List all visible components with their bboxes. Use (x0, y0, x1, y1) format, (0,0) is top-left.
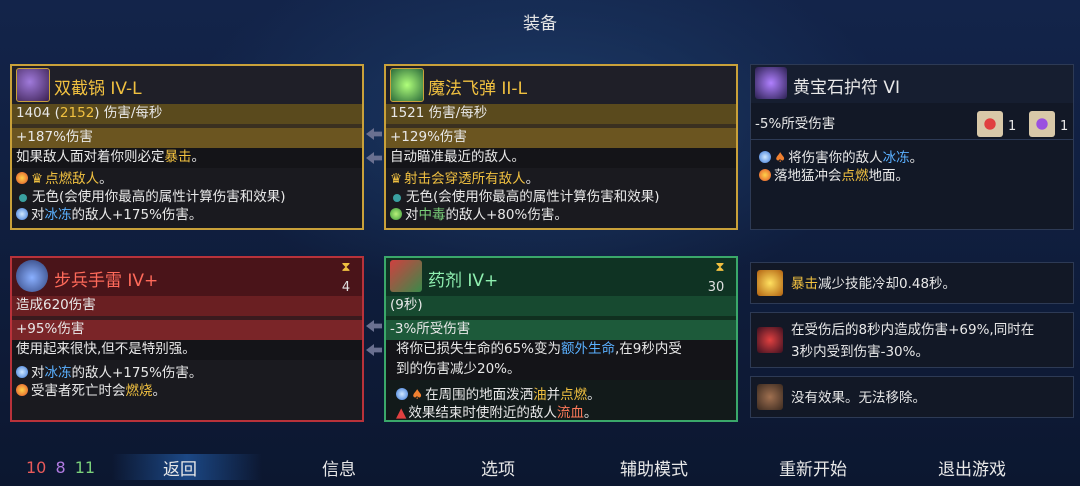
cooldown-value: 30 (707, 280, 725, 295)
skill-bonus-2: ▲ 效果结束时使附近的敌人流血。 (396, 405, 598, 421)
oil-icon (396, 388, 408, 400)
amulet-stat: -5%所受伤害 (755, 116, 836, 132)
crown-icon: ♛ (390, 171, 403, 187)
weapon-bonus-3: 对冰冻的敌人+175%伤害。 (12, 206, 362, 224)
weapon-description: 自动瞄准最近的敌人。 (386, 148, 736, 168)
bleed-icon: ▲ (396, 405, 407, 421)
weapon-bonus-2: 无色(会使用你最高的属性计算伤害和效果) (12, 188, 362, 206)
cooldown-value: 4 (341, 280, 351, 295)
nav-quit[interactable]: 退出游戏 (938, 455, 1006, 480)
weapon-dps: 1404 (2152) 伤害/每秒 (12, 104, 362, 124)
fire-icon (759, 169, 771, 181)
skill-stat-2: -3%所受伤害 (386, 320, 736, 340)
nav-info[interactable]: 信息 (322, 455, 356, 480)
skill-bonus-1: ♠ 在周围的地面泼洒油并点燃。 (386, 386, 736, 404)
grenade-icon (16, 260, 48, 292)
skill-bonus-2: 受害者死亡时会燃烧。 (12, 382, 362, 400)
skill-bonus-1: 对冰冻的敌人+175%伤害。 (12, 364, 362, 382)
magic-missile-icon (390, 68, 424, 102)
weapon-card-2[interactable]: 魔法飞弹 II-L 1521 伤害/每秒 +129%伤害 自动瞄准最近的敌人。 … (384, 64, 738, 230)
cooldown-hourglass-icon: ⧗ (715, 260, 725, 275)
weapon-bonus-1: ♛ 点燃敌人。 (12, 170, 362, 188)
amulet-card[interactable]: 黄宝石护符 VI -5%所受伤害 1 1 ♠ 将伤害你的敌人冰冻。 落地猛冲会点燃… (750, 64, 1074, 230)
brutality-scroll-icon (977, 111, 1003, 137)
nav-restart[interactable]: 重新开始 (779, 455, 847, 480)
amulet-icon (755, 67, 787, 99)
weapon-damage: +187%伤害 (12, 128, 362, 148)
mutation-card-2[interactable]: 在受伤后的8秒内造成伤害+69%,同时在 3秒内受到伤害-30%。 (750, 312, 1074, 368)
fire-icon (16, 172, 28, 184)
mutation-card-3[interactable]: 没有效果。无法移除。 (750, 376, 1074, 418)
page-title: 装备 (523, 14, 557, 34)
nav-back[interactable]: 返回 (163, 455, 197, 480)
mutation-text-2: 3秒内受到伤害-30%。 (791, 344, 929, 360)
weapon-damage: +129%伤害 (386, 128, 736, 148)
tactics-count: 8 (55, 458, 66, 477)
fire-icon (16, 384, 28, 396)
locked-icon (757, 384, 783, 410)
divider (751, 139, 1073, 140)
survival-count: 11 (74, 458, 96, 477)
flame-icon: ♠ (774, 150, 787, 166)
mutation-text-1: 在受伤后的8秒内造成伤害+69%,同时在 (791, 322, 1035, 338)
ice-icon (759, 151, 771, 163)
skill-stat-2: +95%伤害 (12, 320, 362, 340)
tactics-scroll-icon (1029, 111, 1055, 137)
rage-icon (757, 327, 783, 353)
ice-icon (16, 208, 28, 220)
stat-counts: 10 8 11 (26, 458, 95, 477)
weapon-card-1[interactable]: 双截锅 IV-L 1404 (2152) 伤害/每秒 +187%伤害 如果敌人面… (10, 64, 364, 230)
skill-card-1[interactable]: 步兵手雷 IV+ ⧗ 4 造成620伤害 +95%伤害 使用起来很快,但不是特别… (10, 256, 364, 422)
brutality-count: 10 (26, 458, 47, 477)
amulet-name: 黄宝石护符 VI (793, 78, 901, 98)
mutation-text: 暴击减少技能冷却0.48秒。 (791, 276, 957, 292)
poison-icon (390, 208, 402, 220)
amulet-header: 黄宝石护符 VI (751, 65, 1073, 103)
nav-assist-mode[interactable]: 辅助模式 (620, 455, 688, 480)
mutation-card-1[interactable]: 暴击减少技能冷却0.48秒。 (750, 262, 1074, 304)
skill-header: 步兵手雷 IV+ ⧗ 4 (12, 258, 362, 296)
skill-description-1: 将你已损失生命的65%变为额外生命,在9秒内受 (386, 340, 736, 360)
skill-name: 步兵手雷 IV+ (54, 271, 159, 291)
crit-icon (757, 270, 783, 296)
weapon-bonus-2: 无色(会使用你最高的属性计算伤害和效果) (386, 188, 736, 206)
amulet-line-1: ♠ 将伤害你的敌人冰冻。 (751, 149, 1073, 167)
amulet-line-2: 落地猛冲会点燃地面。 (751, 167, 1073, 185)
brutality-scroll-count: 1 (1008, 119, 1017, 134)
gem-icon (393, 194, 401, 202)
gem-icon (19, 194, 27, 202)
weapon-bonus-3: 对中毒的敌人+80%伤害。 (386, 206, 736, 224)
weapon-name: 双截锅 IV-L (54, 79, 142, 99)
weapon-header: 双截锅 IV-L (12, 66, 362, 104)
skill-stat-1: (9秒) (386, 296, 736, 316)
skill-description: 使用起来很快,但不是特别强。 (12, 340, 362, 360)
cooldown-hourglass-icon: ⧗ (341, 260, 351, 275)
skill-name: 药剂 IV+ (428, 271, 499, 291)
potion-icon (390, 260, 422, 292)
skill-stat-1: 造成620伤害 (12, 296, 362, 316)
weapon-dps: 1521 伤害/每秒 (386, 104, 736, 124)
weapon-header: 魔法飞弹 II-L (386, 66, 736, 104)
skill-header: 药剂 IV+ ⧗ 30 (386, 258, 736, 296)
ice-icon (16, 366, 28, 378)
weapon-description: 如果敌人面对着你则必定暴击。 (12, 148, 362, 168)
weapon-bonus-1: ♛ 射击会穿透所有敌人。 (390, 171, 540, 187)
frying-pan-icon (16, 68, 50, 102)
skill-card-2[interactable]: 药剂 IV+ ⧗ 30 (9秒) -3%所受伤害 将你已损失生命的65%变为额外… (384, 256, 738, 422)
flame-icon: ♠ (411, 387, 424, 403)
nav-options[interactable]: 选项 (481, 455, 515, 480)
tactics-scroll-count: 1 (1060, 119, 1069, 134)
crown-icon: ♛ (31, 171, 44, 187)
mutation-text: 没有效果。无法移除。 (791, 390, 926, 406)
skill-description-2: 到的伤害减少20%。 (386, 360, 736, 380)
weapon-name: 魔法飞弹 II-L (428, 79, 528, 99)
